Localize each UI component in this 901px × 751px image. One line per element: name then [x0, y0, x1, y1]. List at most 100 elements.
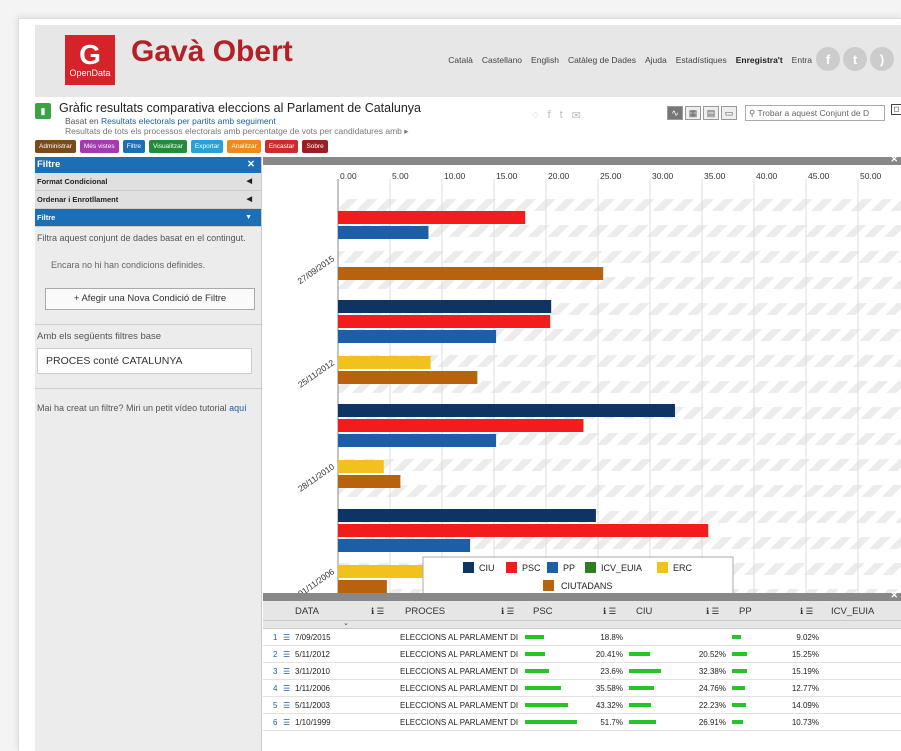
- legend-swatch: [547, 562, 558, 573]
- x-tick-label: 20.00: [548, 171, 570, 181]
- col-header-proces[interactable]: PROCES: [405, 606, 445, 617]
- table-row[interactable]: 4 ☰ 1/11/2006 ELECCIONS AL PARLAMENT DI 35.5…: [263, 680, 901, 697]
- dataset-title: Gràfic resultats comparativa eleccions a…: [59, 101, 421, 115]
- bar-pp: [338, 330, 497, 343]
- row-menu-icon: ☰: [283, 650, 291, 659]
- sort-indicator-row: ⌄: [263, 619, 901, 629]
- analitzar-button[interactable]: Analitzar: [227, 140, 261, 153]
- section-filtre[interactable]: Filtre ▼: [35, 209, 261, 227]
- fullscreen-icon[interactable]: ◻: [891, 104, 901, 115]
- nav-english[interactable]: English: [531, 55, 559, 65]
- no-conditions-text: Encara no hi han condicions definides.: [51, 260, 206, 270]
- column-menu-icon[interactable]: ℹ ☰: [706, 606, 719, 617]
- column-menu-icon[interactable]: ℹ ☰: [800, 606, 813, 617]
- site-title[interactable]: Gavà Obert: [131, 35, 293, 69]
- col-header-data[interactable]: DATA: [295, 606, 319, 617]
- col-header-ciu[interactable]: CIU: [636, 606, 652, 617]
- administrar-button[interactable]: Administrar: [35, 140, 76, 153]
- section-ordenar[interactable]: Ordenar i Enrotllament ◀: [35, 191, 261, 209]
- chart-stripe: [338, 199, 901, 211]
- logo-text: OpenData: [69, 68, 111, 78]
- col-header-psc[interactable]: PSC: [533, 606, 553, 617]
- nav-register[interactable]: Enregistra't: [736, 55, 783, 65]
- action-toolbar: Administrar Més vistes Filtre Visualitza…: [35, 140, 328, 153]
- cell-data: 1/11/2006: [295, 684, 330, 693]
- col-header-icv-euia[interactable]: ICV_EUIA: [831, 606, 874, 617]
- tutorial-link[interactable]: aquí: [229, 403, 247, 413]
- nav-castellano[interactable]: Castellano: [482, 55, 522, 65]
- psc-bar: [525, 635, 544, 639]
- nav-catala[interactable]: Català: [448, 55, 473, 65]
- table-row[interactable]: 2 ☰ 5/11/2012 ELECCIONS AL PARLAMENT DI 20.4…: [263, 646, 901, 663]
- close-chart-icon[interactable]: ✕: [890, 154, 898, 165]
- x-tick-label: 5.00: [392, 171, 409, 181]
- nav-cataleg[interactable]: Catàleg de Dades: [568, 55, 636, 65]
- chart-stripe: [338, 251, 901, 263]
- add-filter-condition-button[interactable]: + Afegir una Nova Condició de Filtre: [45, 288, 255, 310]
- close-sidebar-icon[interactable]: ✕: [247, 157, 255, 173]
- cell-data: 5/11/2003: [295, 701, 330, 710]
- filtre-button[interactable]: Filtre: [122, 140, 146, 153]
- nav-estadistiques[interactable]: Estadístiques: [676, 55, 727, 65]
- row-number: 6: [273, 718, 278, 727]
- bar-psc: [338, 524, 709, 537]
- cell-proces: ELECCIONS AL PARLAMENT DI: [400, 701, 519, 710]
- column-menu-icon[interactable]: ℹ ☰: [501, 606, 514, 617]
- rss-icon[interactable]: ): [870, 47, 894, 71]
- encastar-button[interactable]: Encastar: [264, 140, 299, 153]
- bar-ciu: [338, 300, 552, 313]
- table-row[interactable]: 5 ☰ 5/11/2003 ELECCIONS AL PARLAMENT DI 43.3…: [263, 697, 901, 714]
- top-navigation: Català Castellano English Catàleg de Dad…: [448, 55, 812, 65]
- opendata-logo[interactable]: G OpenData: [65, 35, 115, 85]
- based-on-prefix: Basat en: [65, 116, 99, 126]
- form-view-icon[interactable]: ▤: [703, 106, 719, 120]
- exportar-button[interactable]: Exportar: [190, 140, 224, 153]
- legend-label: PP: [563, 563, 575, 573]
- sobre-button[interactable]: Sobre: [302, 140, 328, 153]
- bar-erc: [338, 565, 428, 578]
- column-menu-icon[interactable]: ℹ ☰: [371, 606, 384, 617]
- bar-ciutadans: [338, 580, 387, 593]
- section-format-condicional[interactable]: Format Condicional ◀: [35, 173, 261, 191]
- col-header-pp[interactable]: PP: [739, 606, 752, 617]
- row-menu-icon: ☰: [283, 667, 291, 676]
- email-share-icon[interactable]: ✉: [572, 109, 581, 122]
- dataset-description[interactable]: Resultats de tots els processos electora…: [65, 126, 409, 137]
- bar-psc: [338, 419, 584, 432]
- table-body: 1 ☰ 7/09/2015 ELECCIONS AL PARLAMENT DI 18.8…: [263, 629, 901, 731]
- close-table-icon[interactable]: ✕: [890, 590, 898, 601]
- legend-swatch: [543, 580, 554, 591]
- legend-swatch: [657, 562, 668, 573]
- x-tick-label: 30.00: [652, 171, 674, 181]
- search-input[interactable]: ⚲ Trobar a aquest Conjunt de D: [745, 105, 885, 121]
- table-row[interactable]: 1 ☰ 7/09/2015 ELECCIONS AL PARLAMENT DI 18.8…: [263, 629, 901, 646]
- based-on-link[interactable]: Resultats electorals per partits amb seg…: [101, 116, 276, 126]
- visualitzar-button[interactable]: Visualitzar: [149, 140, 187, 153]
- section-label: Filtre: [37, 213, 56, 222]
- table-view-icon[interactable]: ▦: [685, 106, 701, 120]
- cell-pp: 12.77%: [791, 684, 819, 693]
- ciu-bar: [629, 720, 656, 724]
- twitter-share-icon[interactable]: t: [560, 109, 563, 122]
- bar-chart: 0.00 5.00 10.00 15.00 20.00 25.00 30.00 35.00 40…: [296, 171, 901, 601]
- mes-vistes-button[interactable]: Més vistes: [79, 140, 119, 153]
- nav-login[interactable]: Entra: [792, 55, 812, 65]
- cell-ciu: 22.23%: [698, 701, 726, 710]
- chart-panel-bar: ✕: [263, 154, 901, 165]
- pp-bar: [732, 686, 745, 690]
- nav-ajuda[interactable]: Ajuda: [645, 55, 667, 65]
- page-view-icon[interactable]: ▭: [721, 106, 737, 120]
- table-row[interactable]: 3 ☰ 3/11/2010 ELECCIONS AL PARLAMENT DI 23.6…: [263, 663, 901, 680]
- search-placeholder: Trobar a aquest Conjunt de D: [757, 108, 870, 118]
- twitter-icon[interactable]: t: [843, 47, 867, 71]
- chart-view-icon[interactable]: ∿: [667, 106, 683, 120]
- sort-down-icon[interactable]: ⌄: [343, 619, 349, 627]
- facebook-share-icon[interactable]: f: [548, 109, 551, 122]
- facebook-icon[interactable]: f: [816, 47, 840, 71]
- social-links: f t ): [816, 47, 894, 71]
- table-row[interactable]: 6 ☰ 1/10/1999 ELECCIONS AL PARLAMENT DI 51.7…: [263, 714, 901, 731]
- site-header: G OpenData Gavà Obert Català Castellano …: [35, 25, 901, 97]
- legend-label: PSC: [522, 563, 541, 573]
- rss-share-icon[interactable]: ◌: [532, 109, 539, 122]
- column-menu-icon[interactable]: ℹ ☰: [603, 606, 616, 617]
